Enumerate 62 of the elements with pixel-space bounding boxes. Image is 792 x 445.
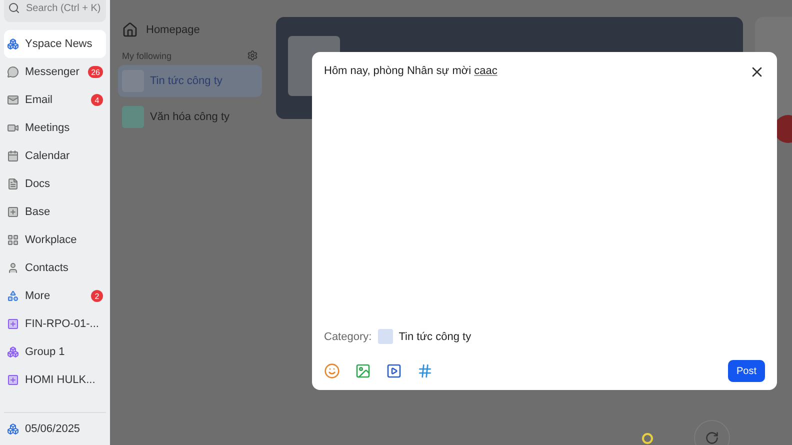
image-button[interactable] [355,363,371,379]
calendar-icon [7,150,19,162]
square-plus-icon [7,206,19,218]
document-icon [7,178,19,190]
sidebar-item[interactable]: Email 4 [4,86,106,114]
sidebar-item[interactable]: Calendar [4,142,106,170]
video-button[interactable] [386,363,402,379]
emoji-button[interactable] [324,363,340,379]
count-badge: 2 [91,290,103,302]
square-plus-icon [7,374,19,386]
sidebar-item[interactable]: FIN-RPO-01-... [4,310,106,338]
sidebar-item-label: Group 1 [25,346,66,358]
sidebar-item-label: More [25,290,52,302]
hashtag-button[interactable] [417,363,433,379]
boxes-icon [7,423,19,435]
search-field[interactable]: Search (Ctrl + K) [4,0,106,22]
sidebar-item-label: Messenger [25,66,80,78]
category-label: Category: [324,330,372,342]
post-text[interactable]: Hôm nay, phòng Nhân sự mời caac [324,64,498,77]
sidebar-item[interactable]: Workplace [4,226,106,254]
shapes-icon [7,290,19,302]
settings-icon[interactable] [247,50,258,61]
channel-thumbnail [122,106,144,128]
sidebar-item[interactable]: Meetings [4,114,106,142]
count-badge: 4 [91,94,103,106]
section-label: My following [122,50,172,60]
sidebar-item[interactable]: More 2 [4,282,106,310]
grid-icon [7,234,19,246]
ring-icon [642,433,653,444]
date-label: 05/06/2025 [25,423,80,435]
sidebar-item-label: Email [25,94,54,106]
sidebar-item-label: Base [25,206,52,218]
category-name: Tin tức công ty [398,330,472,342]
chat-icon [7,66,19,78]
sidebar-item[interactable]: Contacts [4,254,106,282]
user-icon [7,262,19,274]
sidebar-item-label: HOMI HULK... [25,374,96,386]
post-button[interactable]: Post [728,360,765,382]
sidebar-item[interactable]: Docs [4,170,106,198]
refresh-icon [705,431,719,445]
sidebar-item[interactable]: Base [4,198,106,226]
sidebar-item-label: Calendar [25,150,71,162]
boxes-icon [7,38,19,50]
video-icon [7,122,19,134]
home-icon [122,22,138,38]
sidebar-item-label: Workplace [25,234,78,246]
sidebar-item-label: FIN-RPO-01-... [25,318,100,330]
count-badge: 26 [88,66,103,78]
sidebar-item-label: Docs [25,178,52,190]
sidebar-item-label: Contacts [25,262,70,274]
boxes-icon [7,346,19,358]
search-placeholder: Search (Ctrl + K) [26,2,101,14]
mail-icon [7,94,19,106]
sidebar-item[interactable]: Group 1 [4,338,106,366]
search-icon [8,2,20,14]
sidebar-item-label: Meetings [25,122,71,134]
sidebar-item[interactable]: HOMI HULK... [4,366,106,394]
sidebar-item[interactable]: Yspace News [4,30,106,58]
category-thumbnail [378,329,393,344]
sidebar-item[interactable]: Messenger 26 [4,58,106,86]
sidebar-item-label: Yspace News [25,38,94,50]
square-plus-icon [7,318,19,330]
